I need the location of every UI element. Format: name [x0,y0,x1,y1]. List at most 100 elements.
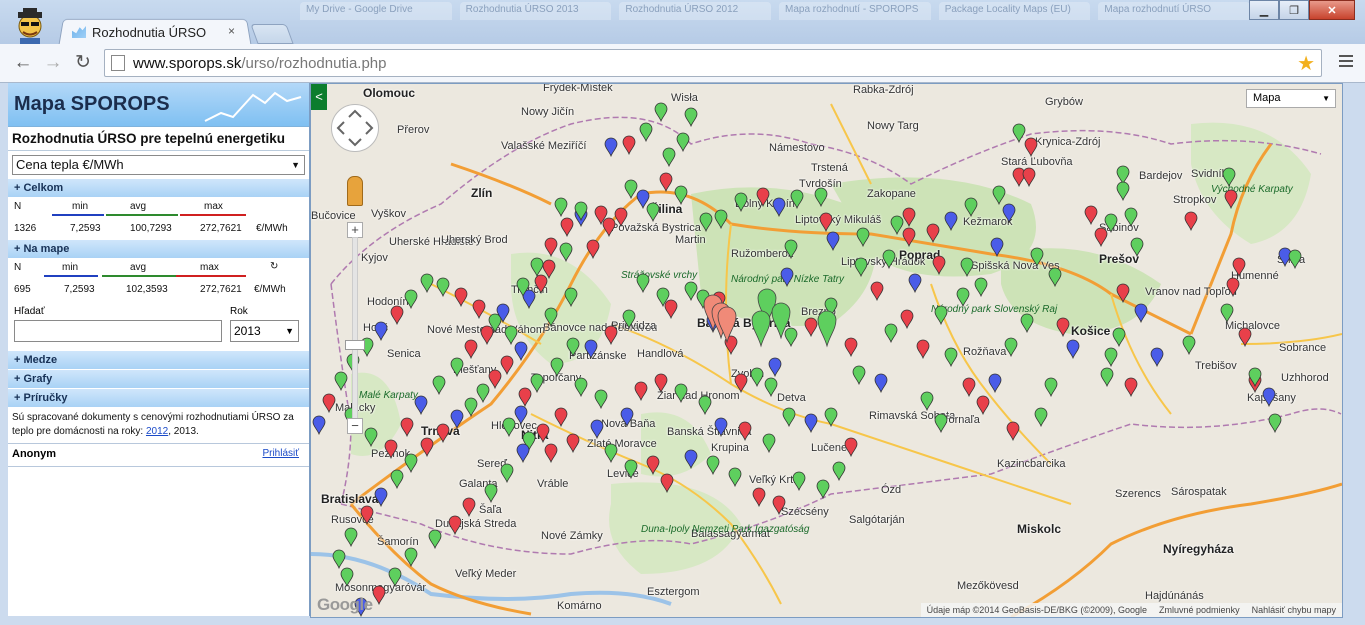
map-marker-large-icon[interactable] [751,310,771,348]
map-marker-icon[interactable] [1112,327,1126,348]
map-marker-icon[interactable] [1116,165,1130,186]
map-marker-icon[interactable] [622,309,636,330]
map-marker-icon[interactable] [322,393,336,414]
map-marker-icon[interactable] [714,417,728,438]
map-marker-icon[interactable] [992,185,1006,206]
map-marker-icon[interactable] [624,179,638,200]
map-marker-icon[interactable] [436,277,450,298]
section-na-mape[interactable]: + Na mape [8,239,309,258]
map-marker-icon[interactable] [534,274,548,295]
map-marker-icon[interactable] [384,439,398,460]
map-marker-large-icon[interactable] [817,310,837,348]
map-marker-icon[interactable] [926,223,940,244]
close-window-button[interactable]: ✕ [1309,0,1355,20]
ghost-tab[interactable]: My Drive - Google Drive [300,2,452,20]
map-marker-icon[interactable] [902,227,916,248]
map-marker-icon[interactable] [390,469,404,490]
map-marker-icon[interactable] [574,377,588,398]
minimize-button[interactable]: ▁ [1249,0,1279,20]
map-marker-icon[interactable] [1238,327,1252,348]
map-marker-icon[interactable] [1124,377,1138,398]
map-marker-icon[interactable] [564,287,578,308]
map-marker-icon[interactable] [832,461,846,482]
map-marker-icon[interactable] [450,357,464,378]
map-marker-icon[interactable] [624,459,638,480]
map-marker-icon[interactable] [1012,167,1026,188]
map-marker-icon[interactable] [854,257,868,278]
zoom-slider-handle[interactable] [345,340,365,350]
map-marker-icon[interactable] [1222,167,1236,188]
map-marker-icon[interactable] [1034,407,1048,428]
map-marker-icon[interactable] [646,202,660,223]
map-marker-icon[interactable] [699,212,713,233]
map-marker-icon[interactable] [714,209,728,230]
map-marker-icon[interactable] [684,281,698,302]
pan-control-icon[interactable] [331,104,379,152]
map-marker-icon[interactable] [544,443,558,464]
map-marker-icon[interactable] [750,367,764,388]
map-marker-icon[interactable] [550,357,564,378]
street-view-pegman-icon[interactable] [347,176,363,206]
map-marker-icon[interactable] [884,323,898,344]
map-marker-icon[interactable] [500,355,514,376]
map-canvas[interactable]: Olomouc Frýdek-Místek Wisła Rabka-Zdrój … [310,83,1343,618]
map-marker-icon[interactable] [768,357,782,378]
map-marker-icon[interactable] [1262,387,1276,408]
map-marker-icon[interactable] [530,373,544,394]
map-marker-icon[interactable] [676,132,690,153]
map-marker-icon[interactable] [450,409,464,430]
map-marker-icon[interactable] [542,259,556,280]
map-marker-icon[interactable] [1220,303,1234,324]
map-marker-icon[interactable] [960,257,974,278]
map-marker-icon[interactable] [636,189,650,210]
map-marker-icon[interactable] [1150,347,1164,368]
map-marker-icon[interactable] [340,567,354,588]
map-marker-icon[interactable] [590,419,604,440]
map-marker-icon[interactable] [602,217,616,238]
map-marker-icon[interactable] [404,289,418,310]
map-marker-icon[interactable] [804,317,818,338]
map-marker-icon[interactable] [902,207,916,228]
ghost-tab[interactable]: Mapa rozhodnutí - SPOROPS [779,2,931,20]
map-marker-icon[interactable] [436,423,450,444]
map-marker-icon[interactable] [639,122,653,143]
map-marker-icon[interactable] [1044,377,1058,398]
map-marker-icon[interactable] [604,443,618,464]
map-marker-icon[interactable] [816,479,830,500]
map-marker-icon[interactable] [684,107,698,128]
map-marker-icon[interactable] [1104,347,1118,368]
map-marker-icon[interactable] [464,339,478,360]
map-marker-icon[interactable] [428,529,442,550]
map-marker-icon[interactable] [484,483,498,504]
map-marker-icon[interactable] [620,407,634,428]
map-marker-icon[interactable] [448,515,462,536]
map-marker-icon[interactable] [404,547,418,568]
map-marker-icon[interactable] [530,257,544,278]
map-marker-icon[interactable] [764,377,778,398]
map-marker-icon[interactable] [674,185,688,206]
map-marker-icon[interactable] [738,421,752,442]
map-marker-icon[interactable] [1002,203,1016,224]
map-marker-icon[interactable] [364,427,378,448]
map-marker-icon[interactable] [514,405,528,426]
map-marker-icon[interactable] [944,347,958,368]
map-marker-icon[interactable] [544,307,558,328]
map-marker-icon[interactable] [420,437,434,458]
map-marker-icon[interactable] [962,377,976,398]
link-2012[interactable]: 2012 [146,426,168,437]
map-marker-icon[interactable] [660,473,674,494]
map-marker-icon[interactable] [594,389,608,410]
address-bar[interactable]: www.sporops.sk/urso/rozhodnutia.php ★ [104,49,1322,77]
zoom-slider-track[interactable] [352,237,358,419]
map-marker-icon[interactable] [684,449,698,470]
terms-link[interactable]: Zmluvné podmienky [1159,603,1240,617]
section-celkom[interactable]: + Celkom [8,178,309,197]
map-marker-icon[interactable] [554,197,568,218]
map-marker-icon[interactable] [634,381,648,402]
map-marker-icon[interactable] [1182,335,1196,356]
map-marker-icon[interactable] [908,273,922,294]
map-marker-icon[interactable] [1226,277,1240,298]
map-marker-icon[interactable] [646,455,660,476]
maximize-button[interactable]: ❐ [1279,0,1309,20]
map-marker-icon[interactable] [332,549,346,570]
